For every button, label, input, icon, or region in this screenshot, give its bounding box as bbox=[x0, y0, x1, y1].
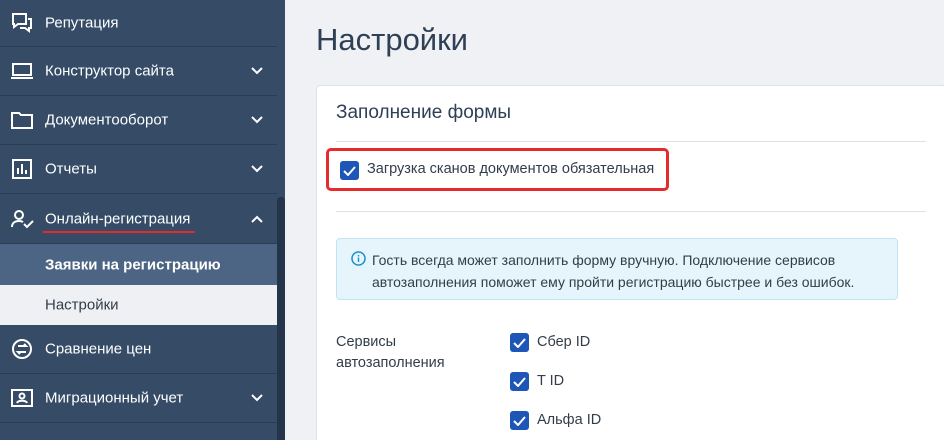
folder-icon bbox=[9, 108, 35, 132]
sidebar-item-reports[interactable]: Отчеты bbox=[0, 145, 277, 194]
laptop-icon bbox=[9, 59, 35, 83]
sber-id-label: Сбер ID bbox=[537, 334, 591, 350]
sidebar: Репутация Конструктор сайта Документообо… bbox=[0, 0, 277, 440]
card-title: Заполнение формы bbox=[336, 102, 512, 123]
checkmark-icon bbox=[513, 415, 526, 426]
checkmark-icon bbox=[513, 376, 526, 387]
sidebar-item-price-comparison[interactable]: Сравнение цен bbox=[0, 325, 277, 374]
sidebar-subitem-label: Заявки на регистрацию bbox=[45, 256, 221, 273]
t-id-checkbox[interactable] bbox=[510, 372, 529, 391]
sidebar-item-migration[interactable]: Миграционный учет bbox=[0, 374, 277, 423]
sidebar-item-online-registration[interactable]: Онлайн-регистрация bbox=[0, 194, 277, 244]
sidebar-item-documents[interactable]: Документооборот bbox=[0, 96, 277, 145]
services-label: Сервисы автозаполнения bbox=[336, 334, 445, 371]
t-id-label: T ID bbox=[537, 373, 565, 389]
sidebar-subitem-settings[interactable]: Настройки bbox=[0, 285, 277, 325]
sidebar-item-label: Документооборот bbox=[45, 111, 169, 129]
chevron-down-icon bbox=[251, 116, 263, 124]
sber-id-checkbox[interactable] bbox=[510, 333, 529, 352]
chevron-down-icon bbox=[251, 165, 263, 173]
divider bbox=[336, 141, 926, 142]
page-title: Настройки bbox=[316, 22, 469, 57]
sidebar-item-label: Отчеты bbox=[45, 160, 97, 178]
sidebar-item-label: Миграционный учет bbox=[45, 389, 184, 407]
sidebar-item-reputation[interactable]: Репутация bbox=[0, 0, 277, 47]
chevron-down-icon bbox=[251, 67, 263, 75]
highlight-annotation bbox=[326, 148, 669, 191]
alfa-id-checkbox[interactable] bbox=[510, 411, 529, 430]
chat-icon bbox=[9, 11, 35, 35]
chevron-up-icon bbox=[251, 215, 263, 223]
divider bbox=[336, 211, 926, 212]
chevron-down-icon bbox=[251, 394, 263, 402]
sidebar-item-site-builder[interactable]: Конструктор сайта bbox=[0, 47, 277, 96]
sidebar-scrollbar[interactable] bbox=[277, 0, 285, 440]
sidebar-subitem-registration-requests[interactable]: Заявки на регистрацию bbox=[0, 244, 277, 285]
active-section-underline bbox=[43, 231, 195, 233]
sidebar-item-label: Онлайн-регистрация bbox=[45, 210, 191, 227]
checkmark-icon bbox=[513, 337, 526, 348]
bar-chart-icon bbox=[9, 157, 35, 181]
info-icon bbox=[351, 251, 366, 266]
alfa-id-label: Альфа ID bbox=[537, 412, 602, 428]
id-card-icon bbox=[9, 386, 35, 410]
info-text: Гость всегда может заполнить форму вручн… bbox=[372, 252, 855, 290]
sidebar-item-label: Репутация bbox=[45, 14, 119, 32]
scrollbar-thumb[interactable] bbox=[277, 197, 285, 440]
user-check-icon bbox=[9, 207, 35, 231]
sidebar-item-label: Сравнение цен bbox=[45, 340, 152, 358]
sidebar-subitem-label: Настройки bbox=[45, 296, 119, 314]
compare-icon bbox=[9, 337, 35, 361]
sidebar-item-label: Конструктор сайта bbox=[45, 62, 174, 80]
